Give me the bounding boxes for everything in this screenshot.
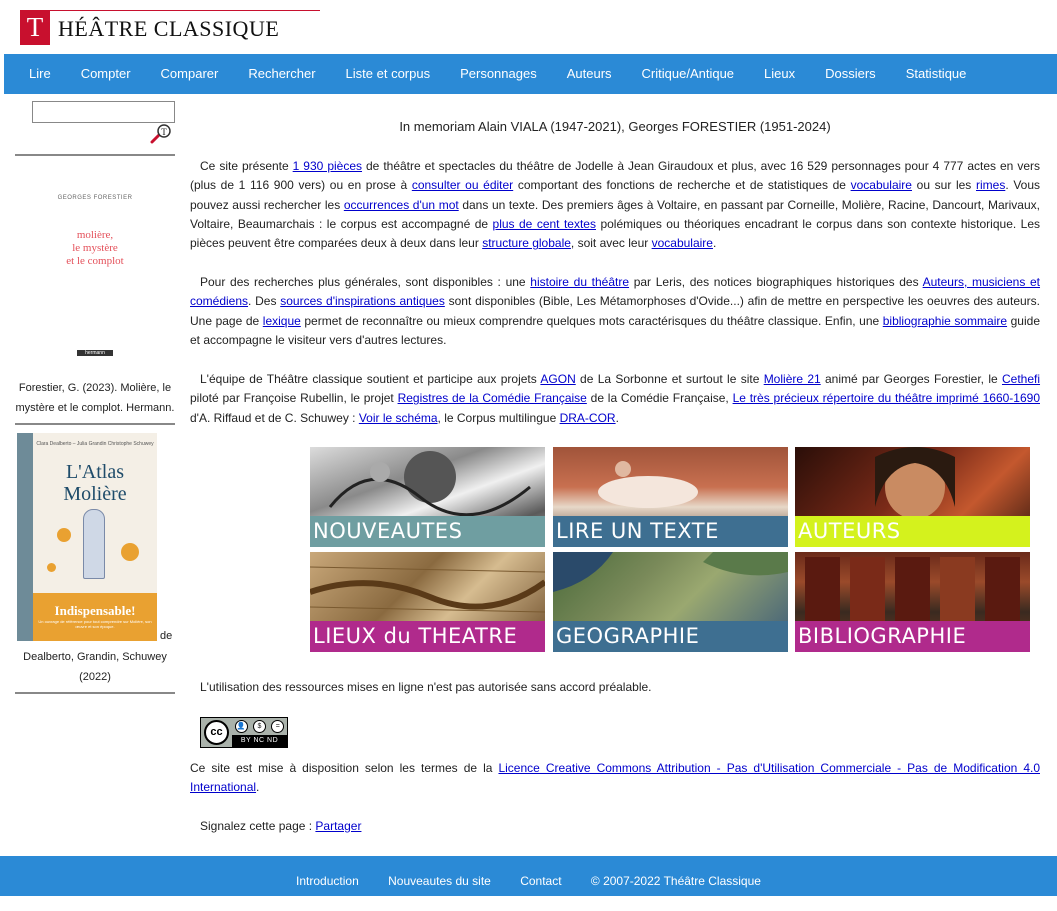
sidebar-divider — [15, 423, 175, 425]
book-title: molière, le mystère et le complot — [66, 229, 124, 267]
book-tagline: Indispensable! — [54, 603, 136, 618]
tile-geographie[interactable]: GEOGRAPHIE — [553, 552, 788, 652]
cc-icon: cc — [204, 720, 229, 745]
book-caption: Forestier, G. (2023). Molière, le mystèr… — [15, 382, 175, 414]
publisher-logo: hermann — [77, 350, 113, 356]
tile-bibliographie[interactable]: BIBLIOGRAPHIE — [795, 552, 1030, 652]
book-author: GEORGES FORESTIER — [57, 195, 133, 201]
footer-link-nouveautes[interactable]: Nouveautes du site — [388, 856, 491, 906]
map-illustration — [310, 566, 545, 613]
cc-license-badge[interactable]: cc 👤 $ = BY NC ND — [200, 717, 288, 748]
rights-notice: L'utilisation des ressources mises en li… — [200, 680, 652, 694]
tile-label: NOUVEAUTES — [310, 516, 545, 547]
books-illustration — [805, 557, 1020, 622]
satellite-map-illustration — [553, 552, 788, 592]
link-moliere-21[interactable]: Molière 21 — [764, 372, 821, 386]
nav-item-compter[interactable]: Compter — [66, 54, 146, 94]
book-cover-moliere-mystere[interactable]: GEORGES FORESTIER molière, le mystère et… — [45, 185, 145, 365]
projects-paragraph: L'équipe de Théâtre classique soutient e… — [190, 372, 1041, 425]
book-title: L'Atlas Molière — [63, 461, 127, 505]
by-icon: 👤 — [234, 720, 248, 733]
logo-letter: T — [20, 10, 50, 45]
link-histoire-theatre[interactable]: histoire du théâtre — [530, 275, 629, 289]
nc-icon: $ — [252, 720, 266, 733]
sidebar-divider — [15, 154, 175, 156]
decor-circle — [57, 528, 71, 542]
cover-band — [17, 433, 33, 641]
book-authors: Clara Dealberto – Julia Grandin Christop… — [36, 441, 154, 447]
link-vocabulaire[interactable]: vocabulaire — [851, 178, 912, 192]
link-bibliographie[interactable]: bibliographie sommaire — [883, 314, 1007, 328]
logo-text: HÉÂTRE CLASSIQUE — [58, 16, 280, 41]
memoriam-heading: In memoriam Alain VIALA (1947-2021), Geo… — [399, 119, 831, 134]
nd-icon: = — [271, 720, 285, 733]
decor-circle — [121, 543, 139, 561]
search-button[interactable]: T — [150, 124, 172, 144]
nav-item-comparer[interactable]: Comparer — [146, 54, 234, 94]
theatre-stage-illustration — [598, 461, 698, 508]
footer-link-introduction[interactable]: Introduction — [296, 856, 359, 906]
tile-auteurs[interactable]: AUTEURS — [795, 447, 1030, 547]
cc-terms: BY NC ND — [232, 735, 287, 747]
tile-lieux-theatre[interactable]: LIEUX du THEATRE — [310, 552, 545, 652]
nav-item-auteurs[interactable]: Auteurs — [552, 54, 627, 94]
link-sources-antiques[interactable]: sources d'inspirations antiques — [280, 294, 445, 308]
nav-item-lieux[interactable]: Lieux — [749, 54, 810, 94]
search-icon: T — [150, 124, 171, 144]
tile-label: GEOGRAPHIE — [553, 621, 788, 652]
site-logo[interactable]: T HÉÂTRE CLASSIQUE — [20, 10, 320, 45]
link-agon[interactable]: AGON — [540, 372, 575, 386]
footer-link-contact[interactable]: Contact — [520, 856, 561, 906]
moliere-figure — [83, 509, 105, 579]
logo-rule — [50, 10, 320, 11]
tile-nouveautes[interactable]: NOUVEAUTES — [310, 447, 545, 547]
link-dracor[interactable]: DRA-COR — [560, 411, 616, 425]
link-vocabulaire-2[interactable]: vocabulaire — [652, 236, 713, 250]
link-pieces[interactable]: 1 930 pièces — [293, 159, 362, 173]
tile-label: LIEUX du THEATRE — [310, 621, 545, 652]
footer-copyright: © 2007-2022 Théâtre Classique — [590, 874, 761, 888]
link-voir-schema[interactable]: Voir le schéma — [359, 411, 438, 425]
link-rimes[interactable]: rimes — [976, 178, 1005, 192]
decor-circle — [47, 563, 56, 572]
intro-paragraph: Ce site présente 1 930 pièces de théâtre… — [190, 159, 1041, 251]
svg-text:T: T — [161, 127, 167, 137]
nav-item-rechercher[interactable]: Rechercher — [233, 54, 330, 94]
share-paragraph: Signalez cette page : Partager — [200, 819, 362, 833]
nav-item-lire[interactable]: Lire — [14, 54, 66, 94]
search-input[interactable] — [32, 101, 175, 123]
tile-label: AUTEURS — [795, 516, 1030, 547]
tile-label: BIBLIOGRAPHIE — [795, 621, 1030, 652]
tile-label: LIRE UN TEXTE — [553, 516, 788, 547]
nav-item-statistique[interactable]: Statistique — [891, 54, 982, 94]
link-structure-globale[interactable]: structure globale — [482, 236, 571, 250]
research-paragraph: Pour des recherches plus générales, sont… — [190, 275, 1041, 347]
tile-lire-texte[interactable]: LIRE UN TEXTE — [553, 447, 788, 547]
nav-item-liste-corpus[interactable]: Liste et corpus — [331, 54, 446, 94]
book-caption: Dealberto, Grandin, Schuwey (2022) — [23, 651, 167, 683]
sidebar-divider — [15, 692, 175, 694]
nav-item-personnages[interactable]: Personnages — [445, 54, 552, 94]
link-registres-comedie[interactable]: Registres de la Comédie Française — [398, 391, 587, 405]
link-occurrences[interactable]: occurrences d'un mot — [344, 198, 459, 212]
portrait-illustration — [875, 447, 955, 517]
nav-item-critique-antique[interactable]: Critique/Antique — [627, 54, 750, 94]
link-cent-textes[interactable]: plus de cent textes — [493, 217, 596, 231]
engraving-illustration — [328, 451, 531, 517]
book-caption-prefix: de — [160, 630, 173, 642]
link-lexique[interactable]: lexique — [263, 314, 301, 328]
link-consulter-editer[interactable]: consulter ou éditer — [412, 178, 513, 192]
link-repertoire-theatre[interactable]: Le très précieux répertoire du théâtre i… — [733, 391, 1040, 405]
nav-item-dossiers[interactable]: Dossiers — [810, 54, 891, 94]
book-subtitle: Un ouvrage de référence pour tout compre… — [38, 619, 152, 629]
link-cethefi[interactable]: Cethefi — [1002, 372, 1040, 386]
link-partager[interactable]: Partager — [315, 819, 361, 833]
licence-paragraph: Ce site est mise à disposition selon les… — [190, 761, 1040, 795]
book-cover-atlas-moliere[interactable]: Clara Dealberto – Julia Grandin Christop… — [17, 433, 157, 641]
site-footer: Introduction Nouveautes du site Contact … — [0, 856, 1057, 896]
main-nav: Lire Compter Comparer Rechercher Liste e… — [4, 54, 1057, 94]
